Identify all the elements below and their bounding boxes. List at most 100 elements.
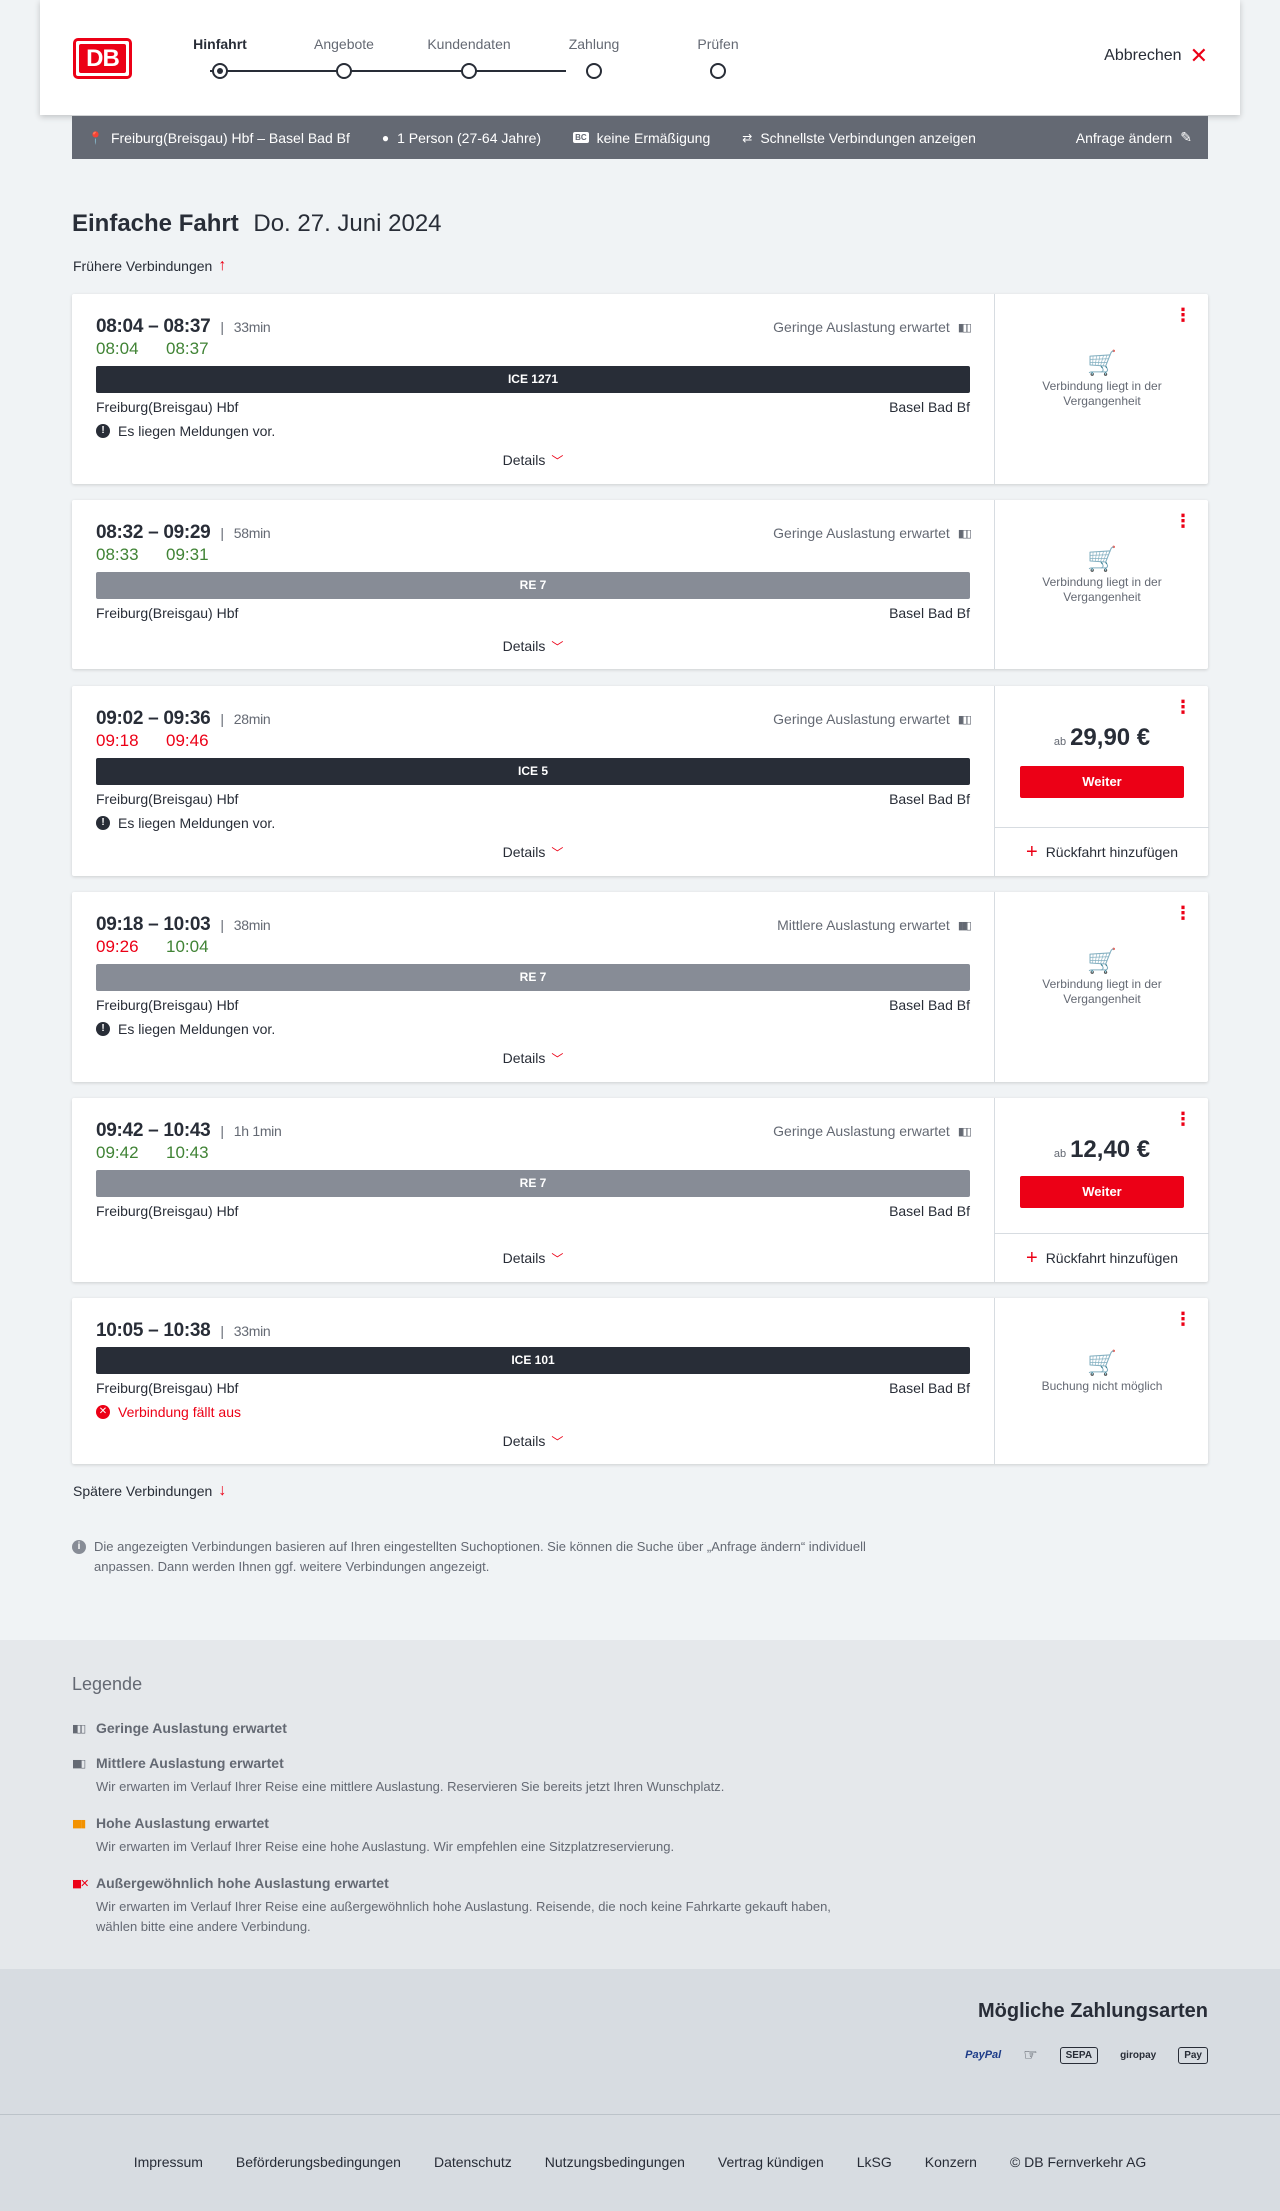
- occupancy-text: Geringe Auslastung erwartet: [773, 319, 950, 335]
- connection-card[interactable]: 09:18 – 10:03 | 38min 09:26 10:04 Mittlere …: [72, 892, 1208, 1082]
- time-range: 08:04 – 08:37: [96, 316, 211, 337]
- details-toggle[interactable]: Details ﹀: [96, 452, 970, 469]
- duration: 38min: [233, 917, 271, 933]
- more-options-icon[interactable]: ⋮: [1174, 698, 1192, 716]
- stations: Freiburg(Breisgau) Hbf Basel Bad Bf: [96, 997, 970, 1013]
- legend-item-head: Geringe Auslastung erwartet: [96, 1720, 287, 1736]
- info-note-text: Die angezeigten Verbindungen basieren au…: [94, 1539, 866, 1574]
- arrival-station: Basel Bad Bf: [889, 1380, 970, 1396]
- cancelled-text: Verbindung fällt aus: [118, 1404, 241, 1420]
- bahncard-icon: BC: [573, 132, 589, 143]
- arrival-station: Basel Bad Bf: [889, 605, 970, 621]
- legend-item-head: Hohe Auslastung erwartet: [96, 1815, 269, 1831]
- step-dot: [336, 63, 352, 79]
- connection-card[interactable]: 08:04 – 08:37 | 33min 08:04 08:37 Geringe A…: [72, 294, 1208, 484]
- details-toggle[interactable]: Details ﹀: [96, 1050, 970, 1067]
- stations: Freiburg(Breisgau) Hbf Basel Bad Bf: [96, 1380, 970, 1396]
- footer-link-datenschutz[interactable]: Datenschutz: [434, 2154, 512, 2170]
- continue-button[interactable]: Weiter: [1020, 1176, 1184, 1208]
- divider: |: [220, 917, 224, 933]
- footer-link-befoerderungsbedingungen[interactable]: Beförderungsbedingungen: [236, 2154, 401, 2170]
- unavailable-status: 🛒 Buchung nicht möglich: [995, 1352, 1209, 1394]
- connection-card[interactable]: 10:05 – 10:38 | 33min ICE 101 Freiburg(Bre…: [72, 1298, 1208, 1464]
- footer-link-vertrag-kuendigen[interactable]: Vertrag kündigen: [718, 2154, 824, 2170]
- time-range: 08:32 – 09:29: [96, 522, 211, 543]
- message-text: Es liegen Meldungen vor.: [118, 815, 276, 831]
- details-label: Details: [502, 1050, 546, 1066]
- query-discount-text: keine Ermäßigung: [596, 129, 711, 146]
- unavailable-status: 🛒 Verbindung liegt in der Vergangenheit: [995, 350, 1209, 409]
- chevron-down-icon: ﹀: [551, 640, 564, 654]
- time-range: 10:05 – 10:38: [96, 1320, 211, 1341]
- footer-link-impressum[interactable]: Impressum: [134, 2154, 203, 2170]
- add-return-button[interactable]: + Rückfahrt hinzufügen: [995, 827, 1209, 876]
- occupancy-low-icon: ▮▯▯: [957, 527, 972, 540]
- scheduled-times: 08:04 – 08:37 | 33min: [96, 316, 271, 338]
- more-options-icon[interactable]: ⋮: [1174, 1310, 1192, 1328]
- arrival-station: Basel Bad Bf: [889, 997, 970, 1013]
- more-options-icon[interactable]: ⋮: [1174, 512, 1192, 530]
- more-options-icon[interactable]: ⋮: [1174, 904, 1192, 922]
- price: ab 12,40 €: [995, 1136, 1209, 1164]
- scheduled-times: 08:32 – 09:29 | 58min: [96, 522, 271, 544]
- more-options-icon[interactable]: ⋮: [1174, 1110, 1192, 1128]
- apple-pay-icon: Pay: [1178, 2046, 1208, 2064]
- occupancy-low-icon: ▮▯▯: [957, 1125, 972, 1138]
- realtime-times: 09:18 09:46: [96, 731, 236, 751]
- connection-card[interactable]: 08:32 – 09:29 | 58min 08:33 09:31 Geringe A…: [72, 500, 1208, 669]
- booking-panel: ⋮ 🛒 Verbindung liegt in der Vergangenhei…: [994, 892, 1208, 1082]
- arrival-station: Basel Bad Bf: [889, 399, 970, 415]
- query-route-text: Freiburg(Breisgau) Hbf – Basel Bad Bf: [110, 129, 350, 146]
- connection-card[interactable]: 09:42 – 10:43 | 1h 1min 09:42 10:43 Geringe…: [72, 1098, 1209, 1282]
- occupancy-text: Geringe Auslastung erwartet: [773, 525, 950, 541]
- edit-query-button[interactable]: Anfrage ändern ✎: [1076, 129, 1192, 146]
- alert-icon: !: [96, 816, 110, 830]
- train-bar[interactable]: RE 7: [96, 964, 970, 991]
- scheduled-times: 09:18 – 10:03 | 38min: [96, 914, 271, 936]
- train-bar[interactable]: ICE 101: [96, 1347, 970, 1374]
- details-label: Details: [502, 452, 546, 468]
- legend-item-text: Wir erwarten im Verlauf Ihrer Reise eine…: [96, 1779, 725, 1794]
- details-toggle[interactable]: Details ﹀: [96, 638, 970, 655]
- footer-link-nutzungsbedingungen[interactable]: Nutzungsbedingungen: [545, 2154, 685, 2170]
- step-hinfahrt[interactable]: Hinfahrt: [170, 34, 270, 79]
- train-bar[interactable]: RE 7: [96, 1170, 970, 1197]
- legend-title: Legende: [72, 1674, 143, 1694]
- db-logo[interactable]: DB: [73, 38, 132, 79]
- details-toggle[interactable]: Details ﹀: [96, 844, 970, 861]
- more-options-icon[interactable]: ⋮: [1174, 306, 1192, 324]
- details-toggle[interactable]: Details ﹀: [96, 1433, 970, 1450]
- chevron-down-icon: ﹀: [551, 1435, 564, 1449]
- step-zahlung: Zahlung: [544, 34, 644, 79]
- stations: Freiburg(Breisgau) Hbf Basel Bad Bf: [96, 1203, 970, 1219]
- edit-query-label: Anfrage ändern: [1075, 129, 1173, 146]
- duration: 33min: [233, 319, 271, 335]
- cart-unavailable-icon: 🛒: [1087, 350, 1117, 377]
- booking-panel: ⋮ 🛒 Verbindung liegt in der Vergangenhei…: [994, 294, 1208, 484]
- cancel-button[interactable]: Abbrechen ✕: [1104, 45, 1208, 67]
- train-bar[interactable]: ICE 1271: [96, 366, 970, 393]
- continue-button[interactable]: Weiter: [1020, 766, 1184, 798]
- add-return-button[interactable]: + Rückfahrt hinzufügen: [995, 1233, 1209, 1282]
- stations: Freiburg(Breisgau) Hbf Basel Bad Bf: [96, 791, 970, 807]
- payment-icons: PayPal ☞ SEPA giropay Pay: [965, 2045, 1208, 2065]
- train-bar[interactable]: RE 7: [96, 572, 970, 599]
- details-toggle[interactable]: Details ﹀: [96, 1250, 970, 1267]
- train-bar[interactable]: ICE 5: [96, 758, 970, 785]
- realtime-arrival: 10:43: [166, 1143, 209, 1162]
- time-range: 09:02 – 09:36: [96, 708, 211, 729]
- payment-title: Mögliche Zahlungsarten: [977, 2000, 1208, 2022]
- alert-icon: !: [96, 1022, 110, 1036]
- realtime-arrival: 10:04: [166, 937, 209, 956]
- footer-link-konzern[interactable]: Konzern: [925, 2154, 977, 2170]
- step-dot: [461, 63, 477, 79]
- legend-item-very-high: ▮▮✕ Außergewöhnlich hohe Auslastung erwar…: [72, 1875, 872, 1937]
- connection-card[interactable]: 09:02 – 09:36 | 28min 09:18 09:46 Geringe A…: [72, 686, 1209, 876]
- earlier-connections-link[interactable]: Frühere Verbindungen ↑: [73, 257, 226, 275]
- occupancy-info: Geringe Auslastung erwartet ▮▯▯: [773, 319, 972, 335]
- occupancy-medium-icon: ▮▮▯: [72, 1757, 86, 1770]
- booking-panel: ⋮ 🛒 Buchung nicht möglich: [994, 1298, 1208, 1464]
- later-connections-link[interactable]: Spätere Verbindungen ↓: [73, 1482, 226, 1500]
- chevron-down-icon: ﹀: [551, 1252, 564, 1266]
- footer-link-lksg[interactable]: LkSG: [857, 2154, 892, 2170]
